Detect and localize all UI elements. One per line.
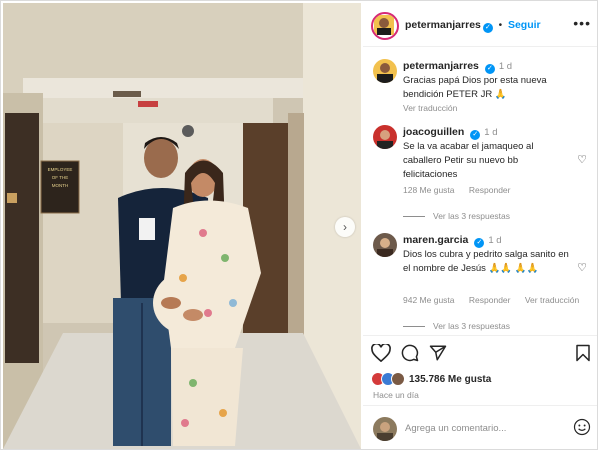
commenter-username[interactable]: maren.garcia	[403, 234, 468, 246]
sign-text: EMPLOYEE	[48, 167, 73, 172]
caption: petermanjarres ✓ 1 d Gracias papá Dios por…	[363, 53, 597, 123]
caption-translate-link[interactable]: Ver traducción	[403, 103, 457, 113]
post-time: Hace un día	[373, 390, 419, 400]
post-header: petermanjarres ✓ • Seguir •••	[363, 3, 597, 47]
comment-likes[interactable]: 942 Me gusta	[403, 295, 455, 305]
like-comment-icon[interactable]: ♡	[577, 261, 587, 274]
commenter-avatar[interactable]	[373, 233, 397, 257]
chevron-right-icon: ›	[343, 220, 347, 234]
more-icon[interactable]: •••	[573, 15, 591, 31]
bookmark-icon[interactable]	[575, 344, 591, 362]
comment-text: Dios los cubra y pedrito salga sanito en…	[403, 249, 569, 274]
author-username[interactable]: petermanjarres	[405, 19, 481, 31]
commenter-username[interactable]: joacoguillen	[403, 126, 464, 138]
emoji-icon[interactable]	[573, 418, 591, 436]
caption-avatar[interactable]	[373, 59, 397, 83]
verified-icon: ✓	[474, 238, 485, 248]
comment-time: 1 d	[484, 127, 498, 138]
verified-icon: ✓	[482, 23, 493, 33]
commenter-avatar[interactable]	[373, 125, 397, 149]
comment-text: Se la va acabar el jamaqueo al caballero…	[403, 141, 534, 180]
view-replies-label: Ver las 3 respuestas	[433, 211, 511, 221]
comment-composer: Agrega un comentario...	[363, 405, 597, 449]
comment-icon[interactable]	[401, 344, 419, 362]
comment-item: maren.garcia ✓ 1 d Dios los cubra y pedrit…	[363, 233, 597, 333]
like-comment-icon[interactable]: ♡	[577, 153, 587, 166]
reply-button[interactable]: Responder	[469, 295, 511, 305]
photo-illustration: EMPLOYEE OF THE MONTH	[3, 3, 361, 449]
verified-icon: ✓	[484, 64, 495, 74]
svg-text:OF THE: OF THE	[52, 175, 68, 180]
post-actions: 135.786 Me gusta Hace un día	[363, 335, 597, 405]
view-replies-label: Ver las 3 respuestas	[433, 321, 511, 331]
liker-avatar	[391, 372, 405, 386]
post-photo: EMPLOYEE OF THE MONTH ›	[3, 3, 361, 449]
comment-item: joacoguillen ✓ 1 d Se la va acabar el jama…	[363, 121, 597, 231]
view-replies-button[interactable]: Ver las 3 respuestas	[403, 211, 510, 221]
comment-likes[interactable]: 128 Me gusta	[403, 185, 455, 195]
comments-list: petermanjarres ✓ 1 d Gracias papá Dios por…	[363, 47, 597, 335]
comment-time: 1 d	[488, 235, 502, 246]
author-avatar[interactable]	[371, 12, 399, 40]
reply-button[interactable]: Responder	[469, 185, 511, 195]
caption-username[interactable]: petermanjarres	[403, 60, 479, 72]
next-photo-button[interactable]: ›	[335, 217, 355, 237]
verified-icon: ✓	[470, 130, 481, 140]
caption-text: Gracias papá Dios por esta nueva bendici…	[403, 75, 547, 100]
svg-text:MONTH: MONTH	[52, 183, 69, 188]
post-modal: EMPLOYEE OF THE MONTH › petermanjarres ✓…	[0, 0, 598, 450]
likes-count[interactable]: 135.786 Me gusta	[409, 374, 491, 385]
likes-summary[interactable]: 135.786 Me gusta	[371, 372, 491, 386]
heart-icon[interactable]	[371, 344, 391, 362]
caption-time: 1 d	[498, 61, 513, 72]
viewer-avatar	[373, 417, 397, 441]
comment-input[interactable]: Agrega un comentario...	[405, 423, 506, 434]
post-sidebar: petermanjarres ✓ • Seguir ••• petermanjar…	[363, 3, 597, 449]
follow-button[interactable]: Seguir	[508, 19, 541, 31]
view-replies-button[interactable]: Ver las 3 respuestas	[403, 321, 510, 331]
translate-button[interactable]: Ver traducción	[525, 295, 579, 305]
share-icon[interactable]	[429, 344, 447, 362]
